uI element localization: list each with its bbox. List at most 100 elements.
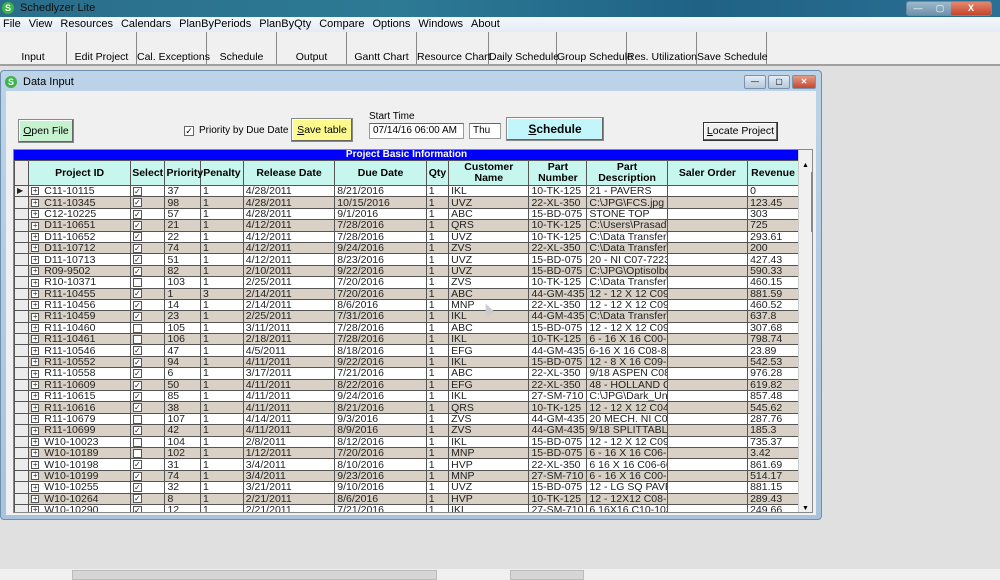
cell-select[interactable]: ✓ (129, 287, 166, 300)
cell-revenue[interactable]: 881.59 (747, 287, 799, 300)
cell-saler-order[interactable] (666, 492, 749, 505)
expand-icon[interactable]: + (31, 301, 40, 310)
cell-saler-order[interactable] (666, 401, 749, 414)
cell-revenue[interactable]: 185.3 (747, 424, 799, 437)
open-file-button[interactable]: Open File (18, 119, 74, 143)
expand-icon[interactable]: + (31, 506, 40, 512)
scroll-down-icon[interactable]: ▼ (802, 505, 809, 512)
cell-priority[interactable]: 51 (164, 253, 202, 266)
vertical-scrollbar[interactable]: ▲ ▼ (798, 150, 812, 512)
expand-icon[interactable]: + (31, 483, 40, 492)
cell-due-date[interactable]: 7/21/2016 (334, 503, 427, 512)
cell-customer-name[interactable]: HVP (448, 458, 530, 471)
cell-project-id[interactable]: + C12-10225 (28, 207, 131, 221)
cell-due-date[interactable]: 9/1/2016 (334, 207, 427, 221)
cell-due-date[interactable]: 7/31/2016 (334, 310, 427, 323)
row-selector[interactable] (14, 298, 30, 312)
cell-select[interactable]: ✓ (129, 458, 166, 471)
checkbox-checked-icon[interactable]: ✓ (132, 505, 142, 512)
cell-part-number[interactable]: 10-TK-125 (528, 401, 588, 414)
cell-project-id[interactable]: + R11-10460 (28, 321, 131, 335)
cell-release-date[interactable]: 4/14/2011 (242, 412, 336, 426)
cell-select[interactable]: ✓ (129, 378, 166, 392)
cell-release-date[interactable]: 2/18/2011 (242, 333, 336, 346)
table-row[interactable]: + R11-10460 105 1 3/11/2011 7/28/2016 1 ABC 15-B… (14, 321, 799, 335)
cell-revenue[interactable]: 289.43 (747, 492, 799, 505)
checkbox-checked-icon[interactable]: ✓ (132, 255, 142, 265)
expand-icon[interactable]: + (31, 494, 40, 503)
expand-icon[interactable]: + (31, 267, 40, 276)
cell-qty[interactable]: 1 (425, 458, 450, 471)
cell-customer-name[interactable]: IKL (448, 435, 530, 449)
child-maximize-button[interactable]: ▢ (768, 75, 790, 89)
checkbox-unchecked-icon[interactable] (132, 448, 142, 458)
cell-saler-order[interactable] (666, 503, 749, 512)
cell-priority[interactable]: 8 (164, 492, 202, 505)
row-selector[interactable] (14, 355, 30, 369)
cell-revenue[interactable]: 123.45 (747, 196, 799, 209)
cell-project-id[interactable]: + D11-10651 (28, 219, 131, 232)
row-selector[interactable] (14, 424, 30, 437)
cell-priority[interactable]: 94 (164, 355, 202, 369)
expand-icon[interactable]: + (31, 198, 40, 207)
expand-icon[interactable]: + (31, 472, 40, 481)
row-selector[interactable] (14, 503, 30, 512)
menu-calendars[interactable]: Calendars (118, 17, 176, 32)
col-select[interactable]: Select (129, 160, 166, 186)
expand-icon[interactable]: + (31, 403, 40, 412)
row-selector[interactable] (14, 310, 30, 323)
cell-revenue[interactable]: 590.33 (747, 264, 799, 278)
cell-revenue[interactable]: 287.76 (747, 412, 799, 426)
checkbox-checked-icon[interactable]: ✓ (184, 125, 194, 136)
menu-options[interactable]: Options (369, 17, 415, 32)
cell-release-date[interactable]: 4/11/2011 (242, 401, 336, 414)
cell-customer-name[interactable]: UVZ (448, 264, 530, 278)
expand-icon[interactable]: + (31, 232, 40, 241)
col-part-description[interactable]: Part Description (586, 160, 668, 186)
checkbox-checked-icon[interactable]: ✓ (132, 198, 142, 208)
toolbar-res-utilization[interactable]: Res. Utilization (627, 32, 697, 64)
row-selector[interactable]: ▶ (14, 184, 30, 198)
cell-part-description[interactable]: C:\Data Transfer\E2 (586, 230, 668, 243)
cell-penalty[interactable]: 1 (200, 253, 244, 266)
cell-penalty[interactable]: 1 (200, 469, 244, 483)
cell-project-id[interactable]: + W10-10255 (28, 481, 131, 494)
cell-revenue[interactable]: 735.37 (747, 435, 799, 449)
cell-priority[interactable]: 57 (164, 207, 202, 221)
cell-priority[interactable]: 98 (164, 196, 202, 209)
cell-qty[interactable]: 1 (425, 310, 450, 323)
cell-release-date[interactable]: 4/12/2011 (242, 241, 336, 255)
cell-part-number[interactable]: 10-TK-125 (528, 333, 588, 346)
cell-select[interactable] (129, 412, 166, 426)
cell-part-description[interactable]: 48 - HOLLAND C10- (586, 378, 668, 392)
cell-select[interactable]: ✓ (129, 401, 166, 414)
cell-part-number[interactable]: 22-XL-350 (528, 378, 588, 392)
cell-priority[interactable]: 21 (164, 219, 202, 232)
table-row[interactable]: + R11-10679 107 1 4/14/2011 9/3/2016 1 ZVS 44-GM… (14, 412, 799, 426)
cell-part-number[interactable]: 15-BD-075 (528, 321, 588, 335)
table-row[interactable]: + W10-10264 ✓ 8 1 2/21/2011 8/6/2016 1 HVP 10-TK-… (14, 492, 799, 505)
cell-due-date[interactable]: 7/28/2016 (334, 333, 427, 346)
cell-penalty[interactable]: 1 (200, 401, 244, 414)
cell-qty[interactable]: 1 (425, 333, 450, 346)
table-row[interactable]: + R11-10615 ✓ 85 1 4/11/2011 9/24/2016 1 IKL 27-S… (14, 390, 799, 403)
cell-priority[interactable]: 14 (164, 298, 202, 312)
cell-release-date[interactable]: 4/12/2011 (242, 253, 336, 266)
toolbar-output[interactable]: Output (277, 32, 347, 64)
close-button[interactable]: X (951, 2, 991, 15)
cell-project-id[interactable]: + R11-10461 (28, 333, 131, 346)
expand-icon[interactable]: + (31, 221, 40, 230)
cell-qty[interactable]: 1 (425, 321, 450, 335)
cell-saler-order[interactable] (666, 253, 749, 266)
checkbox-checked-icon[interactable]: ✓ (132, 221, 142, 231)
cell-penalty[interactable]: 1 (200, 321, 244, 335)
cell-part-description[interactable]: 20 MECH. NI C06-6 (586, 412, 668, 426)
cell-penalty[interactable]: 1 (200, 424, 244, 437)
cell-part-number[interactable]: 22-XL-350 (528, 367, 588, 380)
cell-part-number[interactable]: 10-TK-125 (528, 276, 588, 289)
row-selector[interactable] (14, 276, 30, 289)
cell-penalty[interactable]: 1 (200, 378, 244, 392)
cell-part-number[interactable]: 10-TK-125 (528, 492, 588, 505)
cell-revenue[interactable]: 542.53 (747, 355, 799, 369)
cell-part-description[interactable]: C:\JPG\FCS.jpg (586, 196, 668, 209)
